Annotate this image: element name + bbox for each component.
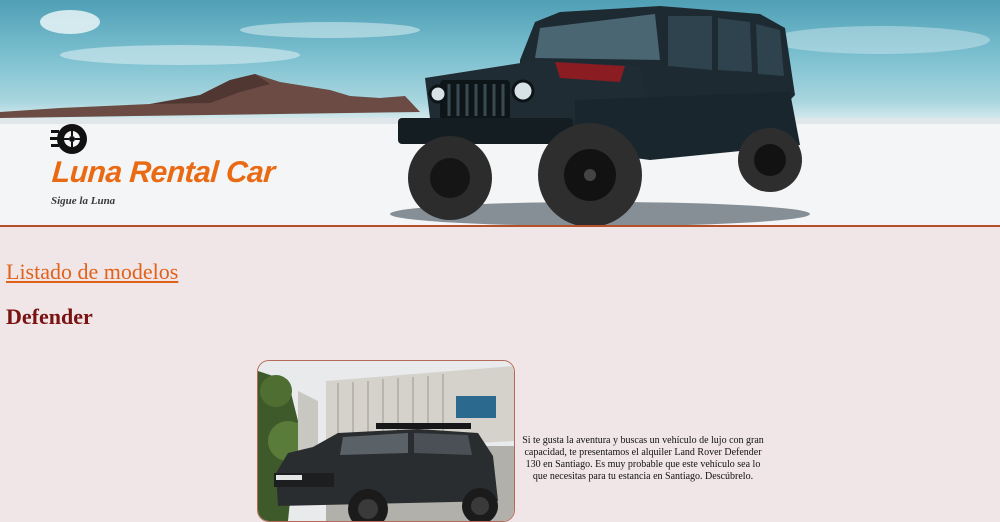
brand-tagline: Sigue la Luna (51, 195, 116, 207)
brand-name: Luna Rental Car (50, 156, 276, 189)
models-list-link[interactable]: Listado de modelos (6, 259, 178, 285)
model-image-card[interactable] (257, 360, 515, 522)
defender-image (258, 361, 514, 521)
hero-background-image (0, 6, 1000, 225)
header-banner: Luna Rental Car Sigue la Luna (0, 0, 1000, 227)
wheel-speed-icon (50, 124, 87, 154)
model-description: Si te gusta la aventura y buscas un vehí… (522, 435, 764, 482)
model-title: Defender (6, 304, 93, 329)
